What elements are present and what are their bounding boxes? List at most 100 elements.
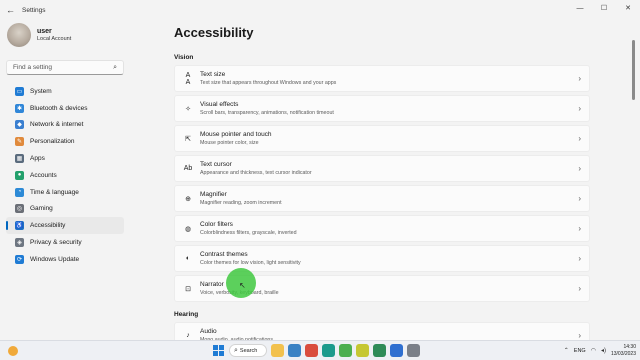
- setting-description: Color themes for low vision, light sensi…: [200, 260, 301, 266]
- chrome-icon[interactable]: [305, 344, 318, 357]
- setting-row-text-size[interactable]: A A Text size Text size that appears throu…: [174, 65, 590, 92]
- search-input[interactable]: Find a setting ⌕: [6, 60, 124, 75]
- taskbar-search-button[interactable]: ⌕ Search: [229, 344, 267, 357]
- clock[interactable]: 14:30 13/03/2023: [611, 344, 636, 357]
- mouse-cursor-icon: ↖: [239, 281, 246, 290]
- volume-icon[interactable]: ◂): [601, 347, 606, 354]
- app-green2-icon[interactable]: [373, 344, 386, 357]
- setting-row-audio[interactable]: ♪ Audio Mono audio, audio notifications ›: [174, 322, 590, 340]
- network-icon[interactable]: ◠: [591, 347, 596, 354]
- page-title: Accessibility: [174, 25, 254, 40]
- sidebar-item-label: Network & internet: [30, 121, 84, 129]
- sidebar-item-label: Accounts: [30, 171, 57, 179]
- sidebar-item-label: Personalization: [30, 138, 75, 146]
- clock-date: 13/03/2023: [610, 350, 636, 357]
- settings-gear-icon[interactable]: [407, 344, 420, 357]
- setting-row-color-filters[interactable]: ◍ Color filters Colorblindness filters, gr…: [174, 215, 590, 242]
- system-tray: ⌃ ENG ◠ ◂) 14:30 13/03/2023: [564, 344, 636, 357]
- setting-icon: ♪: [186, 332, 190, 339]
- setting-title: Audio: [200, 328, 217, 335]
- taskbar: ⌕ Search ⌃ ENG ◠ ◂) 14:30 13/03/2023: [0, 340, 640, 360]
- edge-icon[interactable]: [322, 344, 335, 357]
- setting-description: Appearance and thickness, text cursor in…: [200, 170, 312, 176]
- section-heading-hearing: Hearing: [174, 311, 199, 318]
- setting-title: Color filters: [200, 221, 233, 228]
- setting-row-magnifier[interactable]: ⊕ Magnifier Magnifier reading, zoom increm…: [174, 185, 590, 212]
- start-icon[interactable]: [212, 344, 225, 357]
- accessibility-icon: ♿: [15, 221, 24, 231]
- brush-icon: ✎: [15, 137, 24, 147]
- setting-description: Text size that appears throughout Window…: [200, 80, 337, 86]
- maximize-button[interactable]: ☐: [592, 0, 616, 16]
- setting-title: Text cursor: [200, 161, 232, 168]
- sidebar-item-privacy-security[interactable]: ◈ Privacy & security: [6, 234, 124, 251]
- setting-row-mouse-pointer-and-touch[interactable]: ⇱ Mouse pointer and touch Mouse pointer co…: [174, 125, 590, 152]
- person-icon: ●: [15, 170, 24, 180]
- sidebar-item-accessibility[interactable]: ♿ Accessibility: [6, 217, 124, 235]
- sidebar-item-bluetooth-devices[interactable]: ✱ Bluetooth & devices: [6, 100, 124, 117]
- sidebar-item-time-language[interactable]: ◔ Time & language: [6, 184, 124, 201]
- sidebar-item-windows-update[interactable]: ⟳ Windows Update: [6, 251, 124, 268]
- sidebar-item-label: Windows Update: [30, 255, 80, 263]
- minimize-button[interactable]: —: [568, 0, 592, 16]
- chevron-right-icon: ›: [578, 104, 581, 113]
- setting-icon: ◐: [185, 255, 191, 262]
- search-placeholder: Find a setting: [13, 64, 53, 71]
- app-yellow-icon[interactable]: [356, 344, 369, 357]
- scrollbar[interactable]: [632, 40, 635, 100]
- setting-icon: ⊡: [185, 285, 191, 293]
- sidebar-item-label: Gaming: [30, 205, 53, 213]
- setting-description: Magnifier reading, zoom increment: [200, 200, 282, 206]
- setting-description: Colorblindness filters, grayscale, inver…: [200, 230, 297, 236]
- controller-icon: ◎: [15, 204, 24, 214]
- chevron-up-icon[interactable]: ⌃: [564, 347, 569, 354]
- setting-title: Contrast themes: [200, 251, 248, 258]
- chevron-right-icon: ›: [578, 134, 581, 143]
- sidebar-item-label: Apps: [30, 155, 45, 163]
- sidebar-item-label: Privacy & security: [30, 239, 82, 247]
- photos-icon[interactable]: [288, 344, 301, 357]
- bluetooth-icon: ✱: [15, 103, 24, 113]
- sidebar-item-label: Time & language: [30, 188, 79, 196]
- sidebar-item-apps[interactable]: ▦ Apps: [6, 150, 124, 167]
- sidebar-item-network-internet[interactable]: ◆ Network & internet: [6, 117, 124, 134]
- section-heading-vision: Vision: [174, 54, 194, 61]
- setting-row-visual-effects[interactable]: ✧ Visual effects Scroll bars, transparency…: [174, 95, 590, 122]
- language-indicator[interactable]: ENG: [574, 348, 586, 354]
- clock-globe-icon: ◔: [15, 187, 24, 197]
- setting-icon: ⇱: [185, 135, 191, 143]
- setting-row-text-cursor[interactable]: Ab Text cursor Appearance and thickness, t…: [174, 155, 590, 182]
- setting-icon: ⊕: [185, 195, 191, 203]
- weather-icon[interactable]: [8, 346, 18, 356]
- title-bar: ← Settings — ☐ ✕: [0, 0, 640, 20]
- account-type: Local Account: [37, 36, 72, 42]
- sidebar-item-gaming[interactable]: ◎ Gaming: [6, 201, 124, 218]
- sidebar-item-accounts[interactable]: ● Accounts: [6, 167, 124, 184]
- setting-description: Scroll bars, transparency, animations, n…: [200, 110, 334, 116]
- chevron-right-icon: ›: [578, 284, 581, 293]
- taskbar-center: ⌕ Search: [212, 344, 420, 357]
- sidebar-item-label: System: [30, 87, 52, 95]
- back-arrow-icon[interactable]: ←: [6, 5, 20, 15]
- window-controls: — ☐ ✕: [568, 0, 640, 16]
- update-icon: ⟳: [15, 254, 24, 264]
- taskbar-search-icon: ⌕: [234, 346, 238, 354]
- setting-title: Text size: [200, 71, 226, 78]
- sidebar-item-personalization[interactable]: ✎ Personalization: [6, 133, 124, 150]
- app-green-icon[interactable]: [339, 344, 352, 357]
- chevron-right-icon: ›: [578, 331, 581, 340]
- setting-description: Mouse pointer color, size: [200, 140, 259, 146]
- setting-icon: Ab: [183, 165, 193, 172]
- search-icon: ⌕: [113, 63, 117, 71]
- chevron-right-icon: ›: [578, 164, 581, 173]
- chevron-right-icon: ›: [578, 194, 581, 203]
- avatar: [7, 23, 31, 47]
- sidebar-item-system[interactable]: ▭ System: [6, 83, 124, 100]
- chevron-right-icon: ›: [578, 224, 581, 233]
- setting-icon: ◍: [184, 225, 192, 233]
- user-profile[interactable]: user Local Account: [0, 20, 130, 50]
- file-explorer-icon[interactable]: [271, 344, 284, 357]
- app-blue-icon[interactable]: [390, 344, 403, 357]
- close-button[interactable]: ✕: [616, 0, 640, 16]
- widgets[interactable]: [8, 346, 18, 356]
